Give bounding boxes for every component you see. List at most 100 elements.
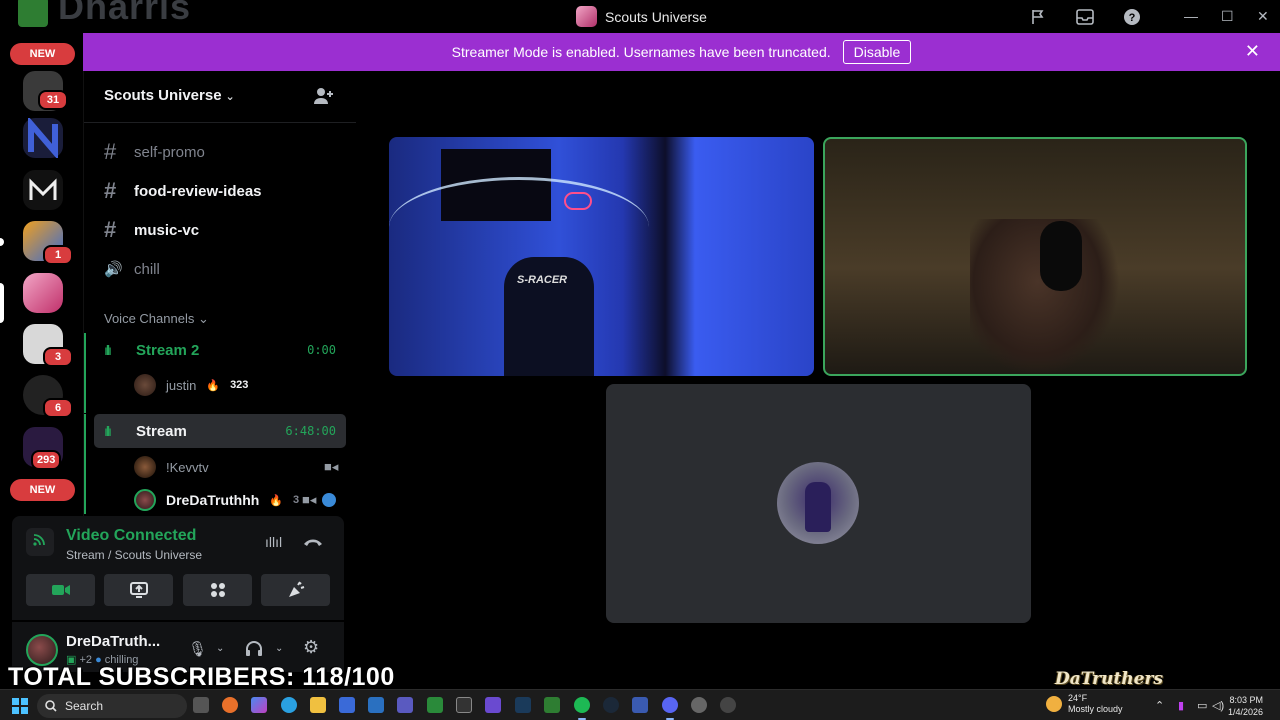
screen-share-button[interactable] xyxy=(104,574,173,606)
flag-icon[interactable] xyxy=(1025,5,1051,29)
maximize-icon[interactable]: ☐ xyxy=(1221,8,1234,25)
server-icon-m[interactable] xyxy=(23,170,63,210)
spotify-icon[interactable] xyxy=(574,697,590,713)
camera-icon: ■◂ xyxy=(324,459,339,474)
avatar[interactable] xyxy=(26,634,58,666)
settings-app-icon[interactable] xyxy=(691,697,707,713)
speaker-icon: 🔊 xyxy=(104,261,123,278)
video-tile-dredatruthhh[interactable] xyxy=(823,137,1247,376)
voice-channel-stream[interactable]: ıllı Stream 6:48:00 xyxy=(94,414,346,448)
svg-text:?: ? xyxy=(1129,12,1136,24)
voice-channel-stream-2[interactable]: ıllı Stream 2 0:00 xyxy=(94,333,346,367)
unread-pip xyxy=(0,238,4,246)
close-window-icon[interactable]: ✕ xyxy=(1257,8,1269,25)
system-clock[interactable]: 8:03 PM 1/4/2026 xyxy=(1228,694,1263,718)
logo-icon xyxy=(18,0,48,27)
banner-message: Streamer Mode is enabled. Usernames have… xyxy=(451,44,831,60)
weather-icon xyxy=(1046,696,1062,712)
channel-sidebar: Scouts Universe ⌄ # self-promo # food-rev… xyxy=(83,71,356,516)
new-pill[interactable]: NEW xyxy=(10,479,75,501)
windows-start-icon[interactable] xyxy=(12,698,28,714)
server-name[interactable]: Scouts Universe ⌄ xyxy=(104,87,235,104)
voice-channel-label: Stream 2 xyxy=(136,341,200,359)
channel-food-review-ideas[interactable]: # food-review-ideas xyxy=(104,176,262,206)
network-icon[interactable]: ▭ xyxy=(1197,699,1207,712)
voice-connected-line xyxy=(84,333,86,413)
close-icon[interactable]: ✕ xyxy=(1245,41,1260,62)
task-view-icon[interactable] xyxy=(193,697,209,713)
voice-user-active[interactable]: DreDaTruthhh 🔥 3 ■◂ xyxy=(134,486,396,514)
teams-icon[interactable] xyxy=(397,697,413,713)
server-icon-scouts[interactable] xyxy=(23,273,63,313)
terminal-icon[interactable] xyxy=(456,697,472,713)
inbox-icon[interactable] xyxy=(1072,5,1098,29)
weather-widget[interactable]: 24°F Mostly cloudy xyxy=(1046,693,1123,715)
file-explorer-icon[interactable] xyxy=(310,697,326,713)
user-name[interactable]: DreDaTruth... xyxy=(66,633,160,650)
channel-self-promo[interactable]: # self-promo xyxy=(104,137,205,167)
channel-label: chill xyxy=(134,260,160,278)
search-icon xyxy=(45,700,57,712)
channel-chill[interactable]: 🔊 chill xyxy=(104,254,160,284)
kick-icon[interactable] xyxy=(544,697,560,713)
headphones-icon[interactable] xyxy=(245,640,263,660)
server-icon-n[interactable] xyxy=(23,115,63,161)
monitor-app-icon[interactable] xyxy=(632,697,648,713)
disconnect-icon[interactable] xyxy=(303,534,323,550)
voice-user-name: !Kevvtv xyxy=(166,459,209,475)
taskbar-search[interactable]: Search xyxy=(37,694,187,718)
outlook-icon[interactable] xyxy=(368,697,384,713)
voice-status-subtitle[interactable]: Stream / Scouts Universe xyxy=(66,548,202,562)
app-wordmark: Dharris xyxy=(18,0,191,28)
minimize-icon[interactable]: — xyxy=(1184,8,1198,24)
clock-date: 1/4/2026 xyxy=(1228,707,1264,717)
voice-status-title[interactable]: Video Connected xyxy=(66,527,196,545)
channel-music-vc[interactable]: # music-vc xyxy=(104,215,199,245)
voice-channel-timer: 6:48:00 xyxy=(285,424,336,438)
help-icon[interactable]: ? xyxy=(1119,5,1145,29)
video-tile-kevvtv[interactable]: S-RACER xyxy=(389,137,814,376)
tray-chevron-up-icon[interactable]: ⌃ xyxy=(1155,699,1164,712)
video-tile-justin[interactable] xyxy=(606,384,1031,623)
voice-channels-label: Voice Channels xyxy=(104,311,195,326)
store-icon[interactable] xyxy=(339,697,355,713)
microphone-icon[interactable]: 🎙 xyxy=(188,640,207,658)
voice-user[interactable]: justin 🔥 323 xyxy=(134,371,248,399)
edge-icon[interactable] xyxy=(281,697,297,713)
disable-streamer-mode-button[interactable]: Disable xyxy=(842,40,912,64)
server-header[interactable]: Scouts Universe ⌄ xyxy=(84,71,356,123)
discord-icon[interactable] xyxy=(662,697,678,713)
dolphin-app-icon[interactable] xyxy=(515,697,531,713)
steam-icon[interactable] xyxy=(603,697,619,713)
voice-user-name: DreDaTruthhh xyxy=(166,492,260,508)
copilot-icon[interactable] xyxy=(251,697,267,713)
avatar xyxy=(134,456,156,478)
subscriber-counter: TOTAL SUBSCRIBERS: 118/100 xyxy=(8,663,395,691)
chevron-down-icon[interactable]: ⌄ xyxy=(275,643,283,654)
settings-gear-icon[interactable]: ⚙ xyxy=(303,637,319,658)
chevron-down-icon[interactable]: ⌄ xyxy=(216,643,224,654)
voice-user[interactable]: !Kevvtv ■◂ xyxy=(134,453,396,481)
firefox-icon[interactable] xyxy=(222,697,238,713)
chevron-down-icon: ⌄ xyxy=(197,311,209,326)
soundboard-button[interactable] xyxy=(261,574,330,606)
voice-channels-header[interactable]: Voice Channels ⌄ xyxy=(104,311,209,327)
obs-icon[interactable] xyxy=(720,697,736,713)
camera-button[interactable] xyxy=(26,574,95,606)
signal-icon[interactable] xyxy=(26,528,54,556)
green-app-icon[interactable] xyxy=(427,697,443,713)
notes-app-icon[interactable] xyxy=(485,697,501,713)
server-badge: 3 xyxy=(43,347,73,367)
invite-people-icon[interactable] xyxy=(312,85,334,107)
activity-icon xyxy=(322,493,336,507)
activities-button[interactable] xyxy=(183,574,252,606)
server-name-text: Scouts Universe xyxy=(104,87,222,104)
hash-icon: # xyxy=(104,178,117,203)
noise-suppression-icon[interactable]: ıllıl xyxy=(265,534,282,550)
avatar xyxy=(134,374,156,396)
new-pill[interactable]: NEW xyxy=(10,43,75,65)
windows-taskbar: Search 24°F Mostly cloudy ⌃ ▮ ▭ ◁) 8:03 … xyxy=(0,689,1280,720)
volume-icon[interactable]: ◁) xyxy=(1212,699,1224,712)
search-label: Search xyxy=(65,699,104,713)
tray-app-icon[interactable]: ▮ xyxy=(1178,699,1184,712)
